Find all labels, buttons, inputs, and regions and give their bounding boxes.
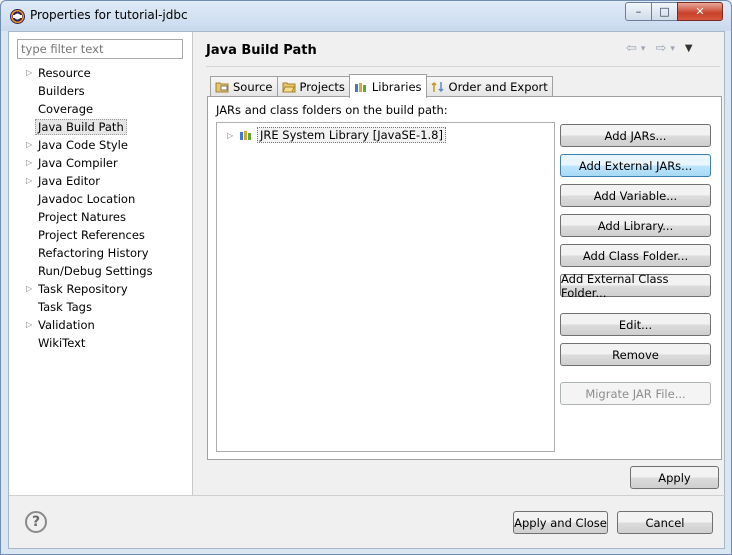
tree-item-label: Java Code Style [38,138,128,152]
libraries-list[interactable]: ▷ JRE System Library [JavaSE-1.8] [216,122,555,452]
tab-source-label: Source [233,80,273,94]
button-bar-separator [9,495,726,496]
tree-item-label: Coverage [38,102,94,116]
expand-arrow-icon[interactable]: ▷ [227,131,235,140]
close-button[interactable]: ✕ [677,2,723,21]
tree-item-java-compiler[interactable]: ▷ Java Compiler [9,154,193,172]
tree-item-label: Project References [38,228,145,242]
expand-arrow-icon[interactable]: ▷ [26,316,34,334]
expand-arrow-icon[interactable]: ▷ [26,280,34,298]
tab-order-and-export[interactable]: Order and Export [425,76,553,97]
tree-item-label: Refactoring History [38,246,149,260]
list-item[interactable]: ▷ JRE System Library [JavaSE-1.8] [227,127,446,143]
tree-item-label: Java Editor [38,174,100,188]
property-pages-panel: ▷ Resource Builders Coverage Java Build Path… [9,32,193,495]
apply-button[interactable]: Apply [630,466,719,489]
add-class-folder-button[interactable]: Add Class Folder... [560,244,711,267]
tab-source[interactable]: Source [210,76,278,97]
expand-arrow-icon[interactable]: ▷ [26,172,34,190]
add-jars-button[interactable]: Add JARs... [560,124,711,147]
library-icon [240,131,251,140]
minimize-button[interactable]: – [625,2,652,21]
tree-item-refactoring-history[interactable]: Refactoring History [9,244,193,262]
source-folder-icon [215,82,229,93]
add-library-button[interactable]: Add Library... [560,214,711,237]
tree-item-java-code-style[interactable]: ▷ Java Code Style [9,136,193,154]
add-external-jars-button[interactable]: Add External JARs... [560,154,711,177]
build-path-tabs: Source Projects Libraries Order and Expo… [210,74,553,98]
tab-order-and-export-label: Order and Export [448,80,548,94]
order-export-icon [430,81,444,93]
build-path-page: Java Build Path ⇦ ▾ ⇨ ▾ ▼ Source Project… [194,32,726,495]
page-navigation: ⇦ ▾ ⇨ ▾ ▼ [626,41,693,56]
tree-item-label: Java Build Path [35,119,127,135]
tree-item-label: Task Repository [38,282,128,296]
expand-arrow-icon[interactable]: ▷ [26,64,34,82]
help-icon[interactable]: ? [25,511,47,533]
properties-window: Properties for tutorial-jdbc – □ ✕ ▷ Reso… [0,0,732,555]
tree-item-label: Java Compiler [38,156,118,170]
tree-item-label: Builders [38,84,85,98]
tab-libraries-label: Libraries [371,79,422,94]
tree-item-task-tags[interactable]: Task Tags [9,298,193,316]
tree-item-label: Task Tags [38,300,92,314]
view-menu-icon[interactable]: ▼ [685,43,693,56]
tree-item-run-debug-settings[interactable]: Run/Debug Settings [9,262,193,280]
cancel-button[interactable]: Cancel [617,511,713,534]
filter-input[interactable] [17,39,183,59]
window-title: Properties for tutorial-jdbc [30,8,188,22]
migrate-jar-button[interactable]: Migrate JAR File... [560,382,711,405]
expand-arrow-icon[interactable]: ▷ [26,136,34,154]
library-label: JRE System Library [JavaSE-1.8] [257,127,446,143]
eclipse-icon [10,9,25,24]
title-separator [206,66,720,67]
tree-item-label: Project Natures [38,210,126,224]
add-variable-button[interactable]: Add Variable... [560,184,711,207]
page-title: Java Build Path [206,43,317,58]
libraries-icon [354,82,366,92]
tree-item-java-editor[interactable]: ▷ Java Editor [9,172,193,190]
tree-item-builders[interactable]: Builders [9,82,193,100]
tab-projects-label: Projects [299,80,345,94]
tab-libraries[interactable]: Libraries [348,74,427,98]
apply-and-close-button[interactable]: Apply and Close [513,511,608,534]
dialog-client-area: ▷ Resource Builders Coverage Java Build Path… [8,31,726,549]
tree-item-label: Run/Debug Settings [38,264,153,278]
tree-item-java-build-path[interactable]: Java Build Path [9,118,193,136]
tree-item-coverage[interactable]: Coverage [9,100,193,118]
projects-folder-icon [281,82,295,93]
tree-item-project-natures[interactable]: Project Natures [9,208,193,226]
tree-item-validation[interactable]: ▷ Validation [9,316,193,334]
back-arrow-icon[interactable]: ⇦ [626,41,637,56]
tree-item-label: Validation [38,318,95,332]
title-bar[interactable]: Properties for tutorial-jdbc – □ ✕ [1,1,731,31]
tree-item-wikitext[interactable]: WikiText [9,334,193,352]
tab-projects[interactable]: Projects [276,76,350,97]
tree-item-label: Resource [38,66,91,80]
tree-item-task-repository[interactable]: ▷ Task Repository [9,280,193,298]
edit-button[interactable]: Edit... [560,313,711,336]
back-menu-icon[interactable]: ▾ [641,44,646,56]
property-pages-tree: ▷ Resource Builders Coverage Java Build Path… [9,64,193,352]
tree-item-javadoc-location[interactable]: Javadoc Location [9,190,193,208]
add-external-class-folder-button[interactable]: Add External Class Folder... [560,272,711,300]
expand-arrow-icon[interactable]: ▷ [26,154,34,172]
tree-item-label: Javadoc Location [38,192,136,206]
tree-item-label: WikiText [38,336,86,350]
tree-item-resource[interactable]: ▷ Resource [9,64,193,82]
remove-button[interactable]: Remove [560,343,711,366]
tree-item-project-references[interactable]: Project References [9,226,193,244]
forward-arrow-icon[interactable]: ⇨ [655,41,666,56]
maximize-button[interactable]: □ [651,2,678,21]
forward-menu-icon[interactable]: ▾ [670,44,675,56]
libraries-tab-content: JARs and class folders on the build path… [207,96,722,460]
build-path-heading: JARs and class folders on the build path… [216,103,448,117]
